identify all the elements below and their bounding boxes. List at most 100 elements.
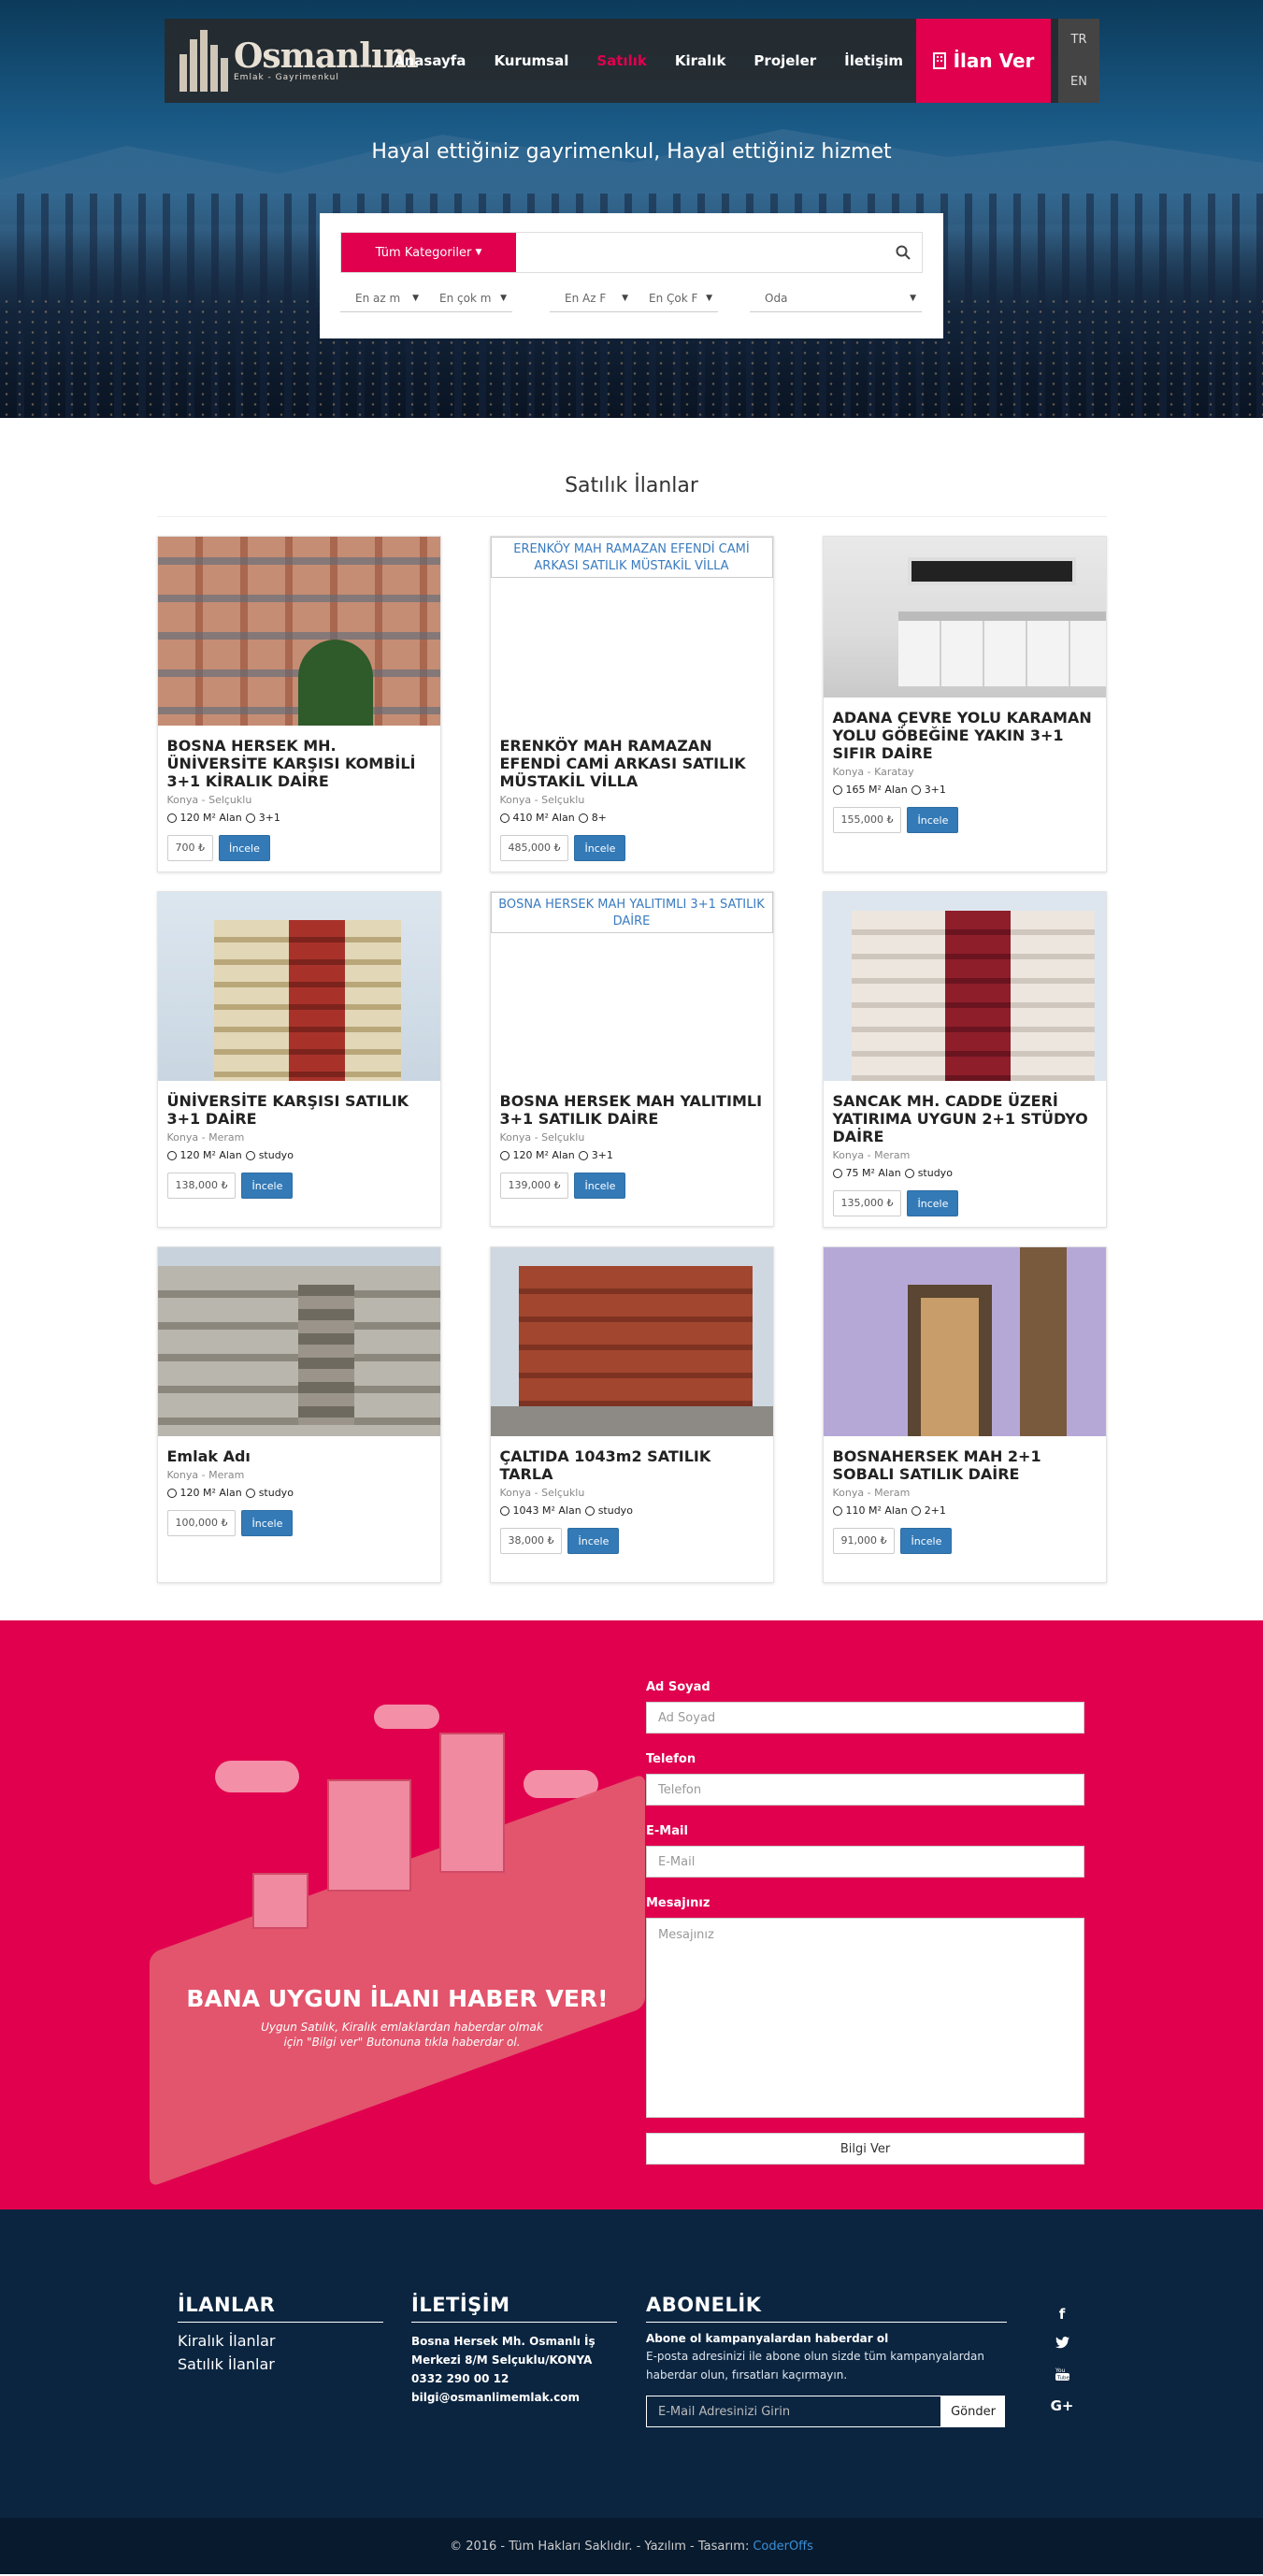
email-input[interactable]: E-Mail bbox=[646, 1846, 1084, 1878]
incele-button[interactable]: İncele bbox=[900, 1528, 953, 1554]
contact-section: BANA UYGUN İLANI HABER VER! Uygun Satılı… bbox=[0, 1620, 1263, 2209]
incele-button[interactable]: İncele bbox=[567, 1528, 620, 1554]
listing-title[interactable]: ÇALTIDA 1043m2 SATILIK TARLA bbox=[500, 1447, 764, 1483]
footer: İLANLAR Kiralık İlanlar Satılık İlanlar … bbox=[0, 2209, 1263, 2518]
twitter-icon[interactable] bbox=[1055, 2336, 1069, 2353]
listing-card[interactable]: ERENKÖY MAH RAMAZAN EFENDİ CAMİ ARKASI S… bbox=[489, 536, 774, 872]
area-icon bbox=[832, 1168, 842, 1178]
footer-address-line1: Bosna Hersek Mh. Osmanlı İş bbox=[411, 2335, 596, 2348]
subscribe-button[interactable]: Gönder bbox=[941, 2396, 1005, 2427]
listing-area: 120 M² Alan bbox=[179, 1487, 242, 1499]
listing-rooms: studyo bbox=[258, 1149, 294, 1161]
incele-button[interactable]: İncele bbox=[241, 1510, 294, 1536]
listing-image-broken[interactable]: ERENKÖY MAH RAMAZAN EFENDİ CAMİ ARKASI S… bbox=[490, 537, 773, 578]
area-icon bbox=[499, 1150, 510, 1160]
caret-down-icon: ▼ bbox=[500, 293, 507, 303]
search-input[interactable] bbox=[516, 233, 884, 272]
city-illustration: BANA UYGUN İLANI HABER VER! Uygun Satılı… bbox=[150, 1705, 645, 2188]
footer-link-satilik[interactable]: Satılık İlanlar bbox=[178, 2355, 383, 2373]
listing-image[interactable] bbox=[157, 537, 440, 726]
listing-title[interactable]: BOSNA HERSEK MH. ÜNİVERSİTE KARŞISI KOMB… bbox=[167, 737, 431, 790]
subscribe-email-input[interactable]: E-Mail Adresinizi Girin bbox=[646, 2396, 941, 2427]
listing-location: Konya - Selçuklu bbox=[499, 1131, 585, 1144]
listing-title[interactable]: Emlak Adı bbox=[167, 1447, 431, 1465]
rooms-icon bbox=[245, 1150, 255, 1160]
incele-button[interactable]: İncele bbox=[907, 807, 959, 833]
main-menu: Anasayfa Kurumsal Satılık Kiralık Projel… bbox=[380, 19, 917, 103]
area-icon bbox=[832, 784, 842, 795]
listing-card[interactable]: BOSNA HERSEK MH. ÜNİVERSİTE KARŞISI KOMB… bbox=[156, 536, 441, 872]
nav-satilik[interactable]: Satılık bbox=[582, 19, 661, 103]
filter-max-price[interactable]: En Çok F ▼ bbox=[634, 284, 718, 312]
listing-image[interactable] bbox=[157, 892, 440, 1081]
credit-link[interactable]: CoderOffs bbox=[753, 2540, 813, 2554]
listing-card[interactable]: ADANA ÇEVRE YOLU KARAMAN YOLU GÖBEĞİNE Y… bbox=[822, 536, 1107, 872]
social-links: f You Tube G+ bbox=[1051, 2306, 1074, 2414]
ilan-ver-label: İlan Ver bbox=[953, 50, 1035, 72]
message-textarea[interactable]: Mesajınız bbox=[646, 1918, 1084, 2118]
listing-title[interactable]: ÜNİVERSİTE KARŞISI SATILIK 3+1 DAİRE bbox=[167, 1092, 431, 1128]
listing-title[interactable]: ERENKÖY MAH RAMAZAN EFENDİ CAMİ ARKASI S… bbox=[500, 737, 764, 790]
listing-image[interactable] bbox=[490, 1247, 773, 1436]
listing-card[interactable]: SANCAK MH. CADDE ÜZERİ YATIRIMA UYGUN 2+… bbox=[822, 891, 1107, 1228]
incele-button[interactable]: İncele bbox=[907, 1190, 959, 1216]
incele-button[interactable]: İncele bbox=[219, 835, 270, 861]
building-icon bbox=[932, 52, 946, 69]
listing-card[interactable]: BOSNA HERSEK MAH YALITIMLI 3+1 SATILIK D… bbox=[489, 891, 774, 1227]
footer-abonelik-heading: Abone ol kampanyalardan haberdar ol bbox=[646, 2332, 889, 2345]
filter-rooms[interactable]: Oda ▼ bbox=[750, 284, 922, 312]
listing-image[interactable] bbox=[823, 892, 1106, 1081]
filters-row: En az m ▼ En çok m ▼ En Az F ▼ En Çok F ▼ Od… bbox=[340, 284, 923, 312]
listing-rooms: 3+1 bbox=[591, 1149, 613, 1161]
listing-image-broken[interactable]: BOSNA HERSEK MAH YALITIMLI 3+1 SATILIK D… bbox=[490, 892, 773, 933]
incele-button[interactable]: İncele bbox=[241, 1173, 294, 1199]
copyright-text: © 2016 - Tüm Hakları Saklıdır. - Yazılım… bbox=[450, 2539, 750, 2554]
building-icon bbox=[439, 1733, 505, 1873]
listing-card[interactable]: BOSNAHERSEK MAH 2+1 SOBALI SATILIK DAİRE… bbox=[822, 1246, 1107, 1583]
area-icon bbox=[499, 813, 510, 823]
facebook-icon[interactable]: f bbox=[1059, 2306, 1066, 2323]
lang-en[interactable]: EN bbox=[1070, 75, 1087, 89]
listing-image[interactable] bbox=[157, 1247, 440, 1436]
listing-image[interactable] bbox=[823, 1247, 1106, 1436]
listing-card[interactable]: ÇALTIDA 1043m2 SATILIK TARLA Konya - Sel… bbox=[489, 1246, 774, 1583]
incele-button[interactable]: İncele bbox=[574, 835, 626, 861]
area-icon bbox=[166, 813, 177, 823]
listing-title[interactable]: BOSNAHERSEK MAH 2+1 SOBALI SATILIK DAİRE bbox=[833, 1447, 1097, 1483]
category-dropdown[interactable]: Tüm Kategoriler ▼ bbox=[341, 233, 516, 272]
listing-price: 135,000 ₺ bbox=[832, 1190, 902, 1216]
listing-rooms: 3+1 bbox=[924, 784, 946, 796]
submit-button[interactable]: Bilgi Ver bbox=[646, 2133, 1084, 2165]
search-icon[interactable] bbox=[884, 233, 922, 272]
caret-down-icon: ▼ bbox=[412, 293, 419, 303]
listing-title[interactable]: BOSNA HERSEK MAH YALITIMLI 3+1 SATILIK D… bbox=[500, 1092, 764, 1128]
nav-kiralik[interactable]: Kiralık bbox=[661, 19, 740, 103]
name-input[interactable]: Ad Soyad bbox=[646, 1702, 1084, 1734]
logo[interactable]: Osmanlım Emlak - Gayrimenkul bbox=[165, 19, 419, 103]
google-plus-icon[interactable]: G+ bbox=[1051, 2397, 1074, 2414]
listing-location: Konya - Meram bbox=[832, 1487, 911, 1499]
footer-email[interactable]: bilgi@osmanlimemlak.com bbox=[411, 2388, 617, 2407]
listing-title[interactable]: SANCAK MH. CADDE ÜZERİ YATIRIMA UYGUN 2+… bbox=[833, 1092, 1097, 1145]
listing-image[interactable] bbox=[823, 537, 1106, 698]
nav-kurumsal[interactable]: Kurumsal bbox=[480, 19, 582, 103]
filter-min-m2[interactable]: En az m ▼ bbox=[340, 284, 424, 312]
lang-tr[interactable]: TR bbox=[1071, 33, 1087, 47]
listing-title[interactable]: ADANA ÇEVRE YOLU KARAMAN YOLU GÖBEĞİNE Y… bbox=[833, 709, 1097, 762]
incele-button[interactable]: İncele bbox=[574, 1173, 626, 1199]
filter-label: En Çok F bbox=[649, 291, 698, 305]
nav-anasayfa[interactable]: Anasayfa bbox=[380, 19, 480, 103]
youtube-icon[interactable]: You Tube bbox=[1055, 2366, 1070, 2384]
phone-input[interactable]: Telefon bbox=[646, 1774, 1084, 1806]
caret-down-icon: ▼ bbox=[622, 293, 628, 303]
area-icon bbox=[499, 1505, 510, 1516]
footer-link-kiralik[interactable]: Kiralık İlanlar bbox=[178, 2332, 383, 2350]
nav-iletisim[interactable]: İletişim bbox=[830, 19, 917, 103]
filter-max-m2[interactable]: En çok m ▼ bbox=[424, 284, 512, 312]
listing-card[interactable]: Emlak Adı Konya - Meram 120 M² Alan study… bbox=[156, 1246, 441, 1583]
ilan-ver-button[interactable]: İlan Ver bbox=[916, 19, 1051, 103]
filter-min-price[interactable]: En Az F ▼ bbox=[550, 284, 634, 312]
area-icon bbox=[166, 1488, 177, 1498]
listing-card[interactable]: ÜNİVERSİTE KARŞISI SATILIK 3+1 DAİRE Kon… bbox=[156, 891, 441, 1228]
nav-projeler[interactable]: Projeler bbox=[739, 19, 830, 103]
